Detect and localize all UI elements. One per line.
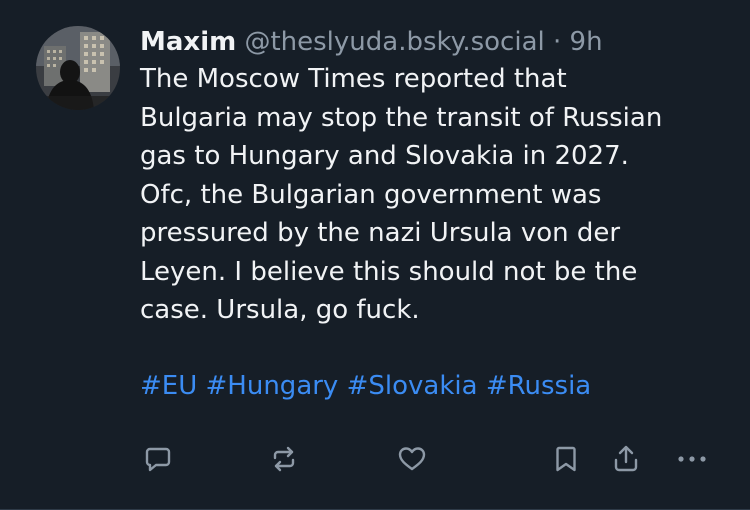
post-actions [140, 441, 720, 481]
post-body-line: The Moscow Times reported that [140, 64, 567, 94]
bookmark-button[interactable] [548, 441, 584, 477]
more-icon [678, 456, 706, 462]
header-separator: · [553, 27, 562, 57]
bookmark-icon [556, 446, 576, 472]
repost-icon [273, 446, 295, 472]
post-body-line: pressured by the nazi Ursula von der [140, 218, 621, 248]
post-body-line: Leyen. I believe this should not be the [140, 256, 638, 287]
post-time[interactable]: 9h [570, 27, 603, 57]
post-body-line: gas to Hungary and Slovakia in 2027. [140, 141, 629, 171]
hashtags: #EU #Hungary #Slovakia #Russia [140, 368, 720, 404]
avatar-image [36, 26, 120, 110]
avatar[interactable] [36, 26, 120, 110]
reply-button[interactable] [140, 441, 176, 477]
more-options-button[interactable] [674, 441, 710, 477]
author-handle[interactable]: @theslyuda.bsky.social [244, 27, 544, 57]
share-button[interactable] [608, 441, 644, 477]
like-icon [398, 447, 426, 471]
post-content: Maxim @theslyuda.bsky.social · 9h The Mo… [140, 24, 720, 404]
post-body: The Moscow Times reported that Bulgaria … [140, 60, 720, 330]
hashtag-hungary[interactable]: #Hungary [206, 371, 339, 401]
hashtag-slovakia[interactable]: #Slovakia [347, 371, 478, 401]
hashtag-eu[interactable]: #EU [140, 371, 197, 401]
post-body-line: Bulgaria may stop the transit of Russian [140, 102, 663, 133]
hashtag-russia[interactable]: #Russia [486, 371, 591, 401]
post-body-line: case. Ursula, go fuck. [140, 295, 420, 325]
reply-icon [145, 447, 171, 472]
post[interactable]: Maxim @theslyuda.bsky.social · 9h The Mo… [0, 0, 750, 510]
like-button[interactable] [394, 441, 430, 477]
post-header: Maxim @theslyuda.bsky.social · 9h [140, 24, 720, 60]
share-icon [614, 445, 638, 472]
post-body-line: Ofc, the Bulgarian government was [140, 179, 602, 210]
repost-button[interactable] [266, 441, 302, 477]
author-name[interactable]: Maxim [140, 27, 236, 57]
